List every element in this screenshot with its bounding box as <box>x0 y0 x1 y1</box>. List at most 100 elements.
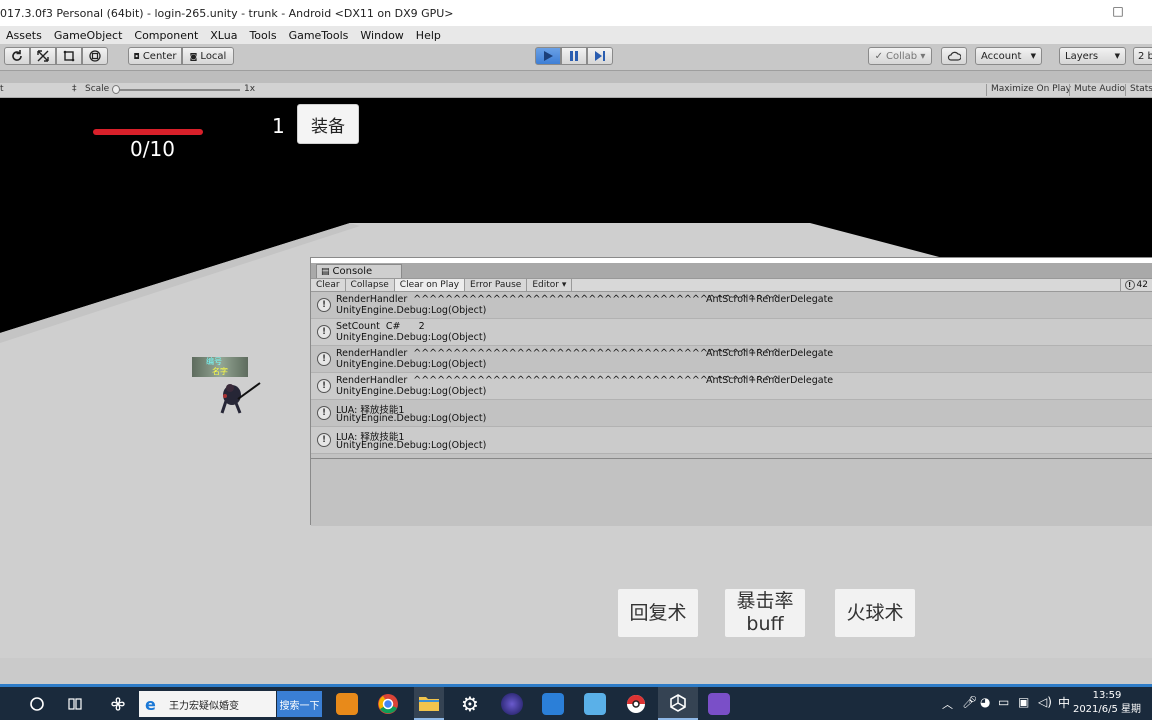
step-button[interactable] <box>587 47 613 65</box>
editor-dropdown[interactable]: Editor ▾ <box>527 279 573 291</box>
taskbar-clock[interactable]: 13:59 2021/6/5 星期 <box>1062 689 1152 717</box>
maximize-on-play-toggle[interactable]: Maximize On Play <box>986 84 1075 96</box>
console-icon: ▤ <box>321 266 330 277</box>
pause-button[interactable] <box>561 47 587 65</box>
menu-gametools[interactable]: GameTools <box>283 29 355 42</box>
cloud-icon <box>947 51 961 61</box>
menu-help[interactable]: Help <box>410 29 447 42</box>
crit-buff-skill-button[interactable]: 暴击率 buff <box>724 588 806 638</box>
game-view-toolbar: t ‡ Scale 1x Maximize On Play Mute Audio… <box>0 83 1152 98</box>
log-stacktrace: UnityEngine.Debug:Log(Object) <box>336 332 487 343</box>
console-log-list[interactable]: ! RenderHandler ^^^^^^^^^^^^^^^^^^^^^^^^… <box>311 292 1152 454</box>
pivot-local-button[interactable]: ◙ Local <box>182 47 234 65</box>
scale-slider-thumb[interactable] <box>112 85 120 94</box>
photos-button[interactable] <box>539 687 567 720</box>
sublime-icon <box>336 692 358 715</box>
taskbar-search-button[interactable]: 搜索一下 <box>277 691 322 717</box>
log-entry[interactable]: ! SetCount C# 2 UnityEngine.Debug:Log(Ob… <box>311 319 1152 346</box>
windows-taskbar: e 王力宏疑似婚变 搜索一下 ⚙ ︿ 🎤︎ ◕ ▭ ▣ ◁) 中 13:59 2… <box>0 684 1152 720</box>
window-title: 017.3.0f3 Personal (64bit) - login-265.u… <box>0 6 454 20</box>
chrome-button[interactable] <box>374 687 402 720</box>
folder-icon <box>419 696 439 711</box>
check-icon: ✓ <box>874 50 884 62</box>
main-toolbar: ◘ Center ◙ Local ✓ Collab ▾ Account ▼ Layers… <box>0 44 1152 71</box>
menu-window[interactable]: Window <box>354 29 409 42</box>
mute-audio-toggle[interactable]: Mute Audio <box>1069 84 1129 96</box>
battery-icon[interactable]: ▭ <box>998 695 1009 709</box>
console-tab-row: ▤ Console <box>311 263 1152 278</box>
clear-button[interactable]: Clear <box>311 279 346 291</box>
log-context: AntScroll+RenderDelegate <box>706 294 834 305</box>
app-pinwheel-button[interactable] <box>103 687 133 720</box>
qq-icon[interactable]: ◕ <box>980 695 990 709</box>
gear-icon: ⚙ <box>461 691 479 716</box>
log-entry[interactable]: ! LUA: 释放技能1 UnityEngine.Debug:Log(Objec… <box>311 427 1152 454</box>
fireball-skill-button[interactable]: 火球术 <box>834 588 916 638</box>
menu-component[interactable]: Component <box>128 29 204 42</box>
sublime-text-button[interactable] <box>333 687 361 720</box>
transform-tool-button[interactable] <box>82 47 108 65</box>
microphone-icon[interactable]: 🎤︎ <box>962 695 977 709</box>
hp-bar <box>93 129 203 135</box>
clear-on-play-toggle[interactable]: Clear on Play <box>394 279 466 291</box>
info-icon: ! <box>317 298 331 312</box>
taskbar-search-input[interactable]: e 王力宏疑似婚变 <box>139 691 276 717</box>
stats-toggle[interactable]: Stats <box>1125 84 1152 96</box>
dropdown-arrow-icon: ‡ <box>72 84 77 94</box>
menu-tools[interactable]: Tools <box>243 29 282 42</box>
app-tool-button[interactable] <box>581 687 609 720</box>
clock-time: 13:59 <box>1092 690 1122 701</box>
chrome-icon <box>378 693 398 714</box>
info-icon: ! <box>317 433 331 447</box>
log-stacktrace: UnityEngine.Debug:Log(Object) <box>336 305 487 316</box>
equip-button[interactable]: 装备 <box>297 104 359 144</box>
start-button[interactable] <box>0 687 14 720</box>
rotate-tool-button[interactable] <box>4 47 30 65</box>
app-pokeball-button[interactable] <box>622 687 650 720</box>
scale-label: Scale <box>85 84 110 94</box>
app-globe-button[interactable] <box>498 687 526 720</box>
pivot-center-button[interactable]: ◘ Center <box>128 47 182 65</box>
error-pause-toggle[interactable]: Error Pause <box>465 279 528 291</box>
menu-gameobject[interactable]: GameObject <box>48 29 129 42</box>
console-detail-pane[interactable] <box>311 458 1152 526</box>
account-dropdown[interactable]: Account ▼ <box>975 47 1042 65</box>
volume-icon[interactable]: ◁) <box>1038 695 1052 709</box>
display-dropdown[interactable]: t <box>0 84 4 94</box>
heal-skill-button[interactable]: 回复术 <box>617 588 699 638</box>
globe-icon <box>501 692 523 715</box>
cloud-button[interactable] <box>941 47 967 65</box>
collab-dropdown[interactable]: ✓ Collab ▾ <box>868 47 932 65</box>
log-message-counter[interactable]: ! 42 <box>1119 279 1152 291</box>
log-entry[interactable]: ! RenderHandler ^^^^^^^^^^^^^^^^^^^^^^^^… <box>311 292 1152 319</box>
menu-xlua[interactable]: XLua <box>204 29 243 42</box>
scale-slider-track[interactable] <box>113 89 240 91</box>
pokeball-icon <box>627 694 645 713</box>
player-character[interactable]: 编号 名字 <box>190 355 270 415</box>
chevron-up-icon[interactable]: ︿ <box>942 696 953 712</box>
file-explorer-button[interactable] <box>414 687 444 720</box>
center-icon: ◘ <box>133 51 140 61</box>
log-entry[interactable]: ! RenderHandler ^^^^^^^^^^^^^^^^^^^^^^^^… <box>311 346 1152 373</box>
scale-tool-button[interactable] <box>30 47 56 65</box>
info-icon: ! <box>1124 280 1135 290</box>
visual-studio-button[interactable] <box>704 687 734 720</box>
layers-dropdown[interactable]: Layers ▼ <box>1059 47 1126 65</box>
collapse-button[interactable]: Collapse <box>346 279 395 291</box>
log-message: SetCount C# 2 <box>336 321 425 332</box>
network-icon[interactable]: ▣ <box>1018 695 1029 709</box>
console-window[interactable]: ▤ Console Clear Collapse Clear on Play E… <box>310 257 1152 526</box>
info-icon: ! <box>317 406 331 420</box>
unity-button[interactable] <box>658 687 698 720</box>
cortana-button[interactable] <box>22 687 52 720</box>
settings-button[interactable]: ⚙ <box>456 687 484 720</box>
rect-tool-button[interactable] <box>56 47 82 65</box>
play-button[interactable] <box>535 47 561 65</box>
log-entry[interactable]: ! RenderHandler ^^^^^^^^^^^^^^^^^^^^^^^^… <box>311 373 1152 400</box>
menu-assets[interactable]: Assets <box>0 29 48 42</box>
console-tab[interactable]: ▤ Console <box>316 264 402 278</box>
layout-dropdown[interactable]: 2 b <box>1133 47 1152 65</box>
maximize-button[interactable]: □ <box>1108 4 1128 20</box>
task-view-button[interactable] <box>60 687 90 720</box>
log-entry[interactable]: ! LUA: 释放技能1 UnityEngine.Debug:Log(Objec… <box>311 400 1152 427</box>
